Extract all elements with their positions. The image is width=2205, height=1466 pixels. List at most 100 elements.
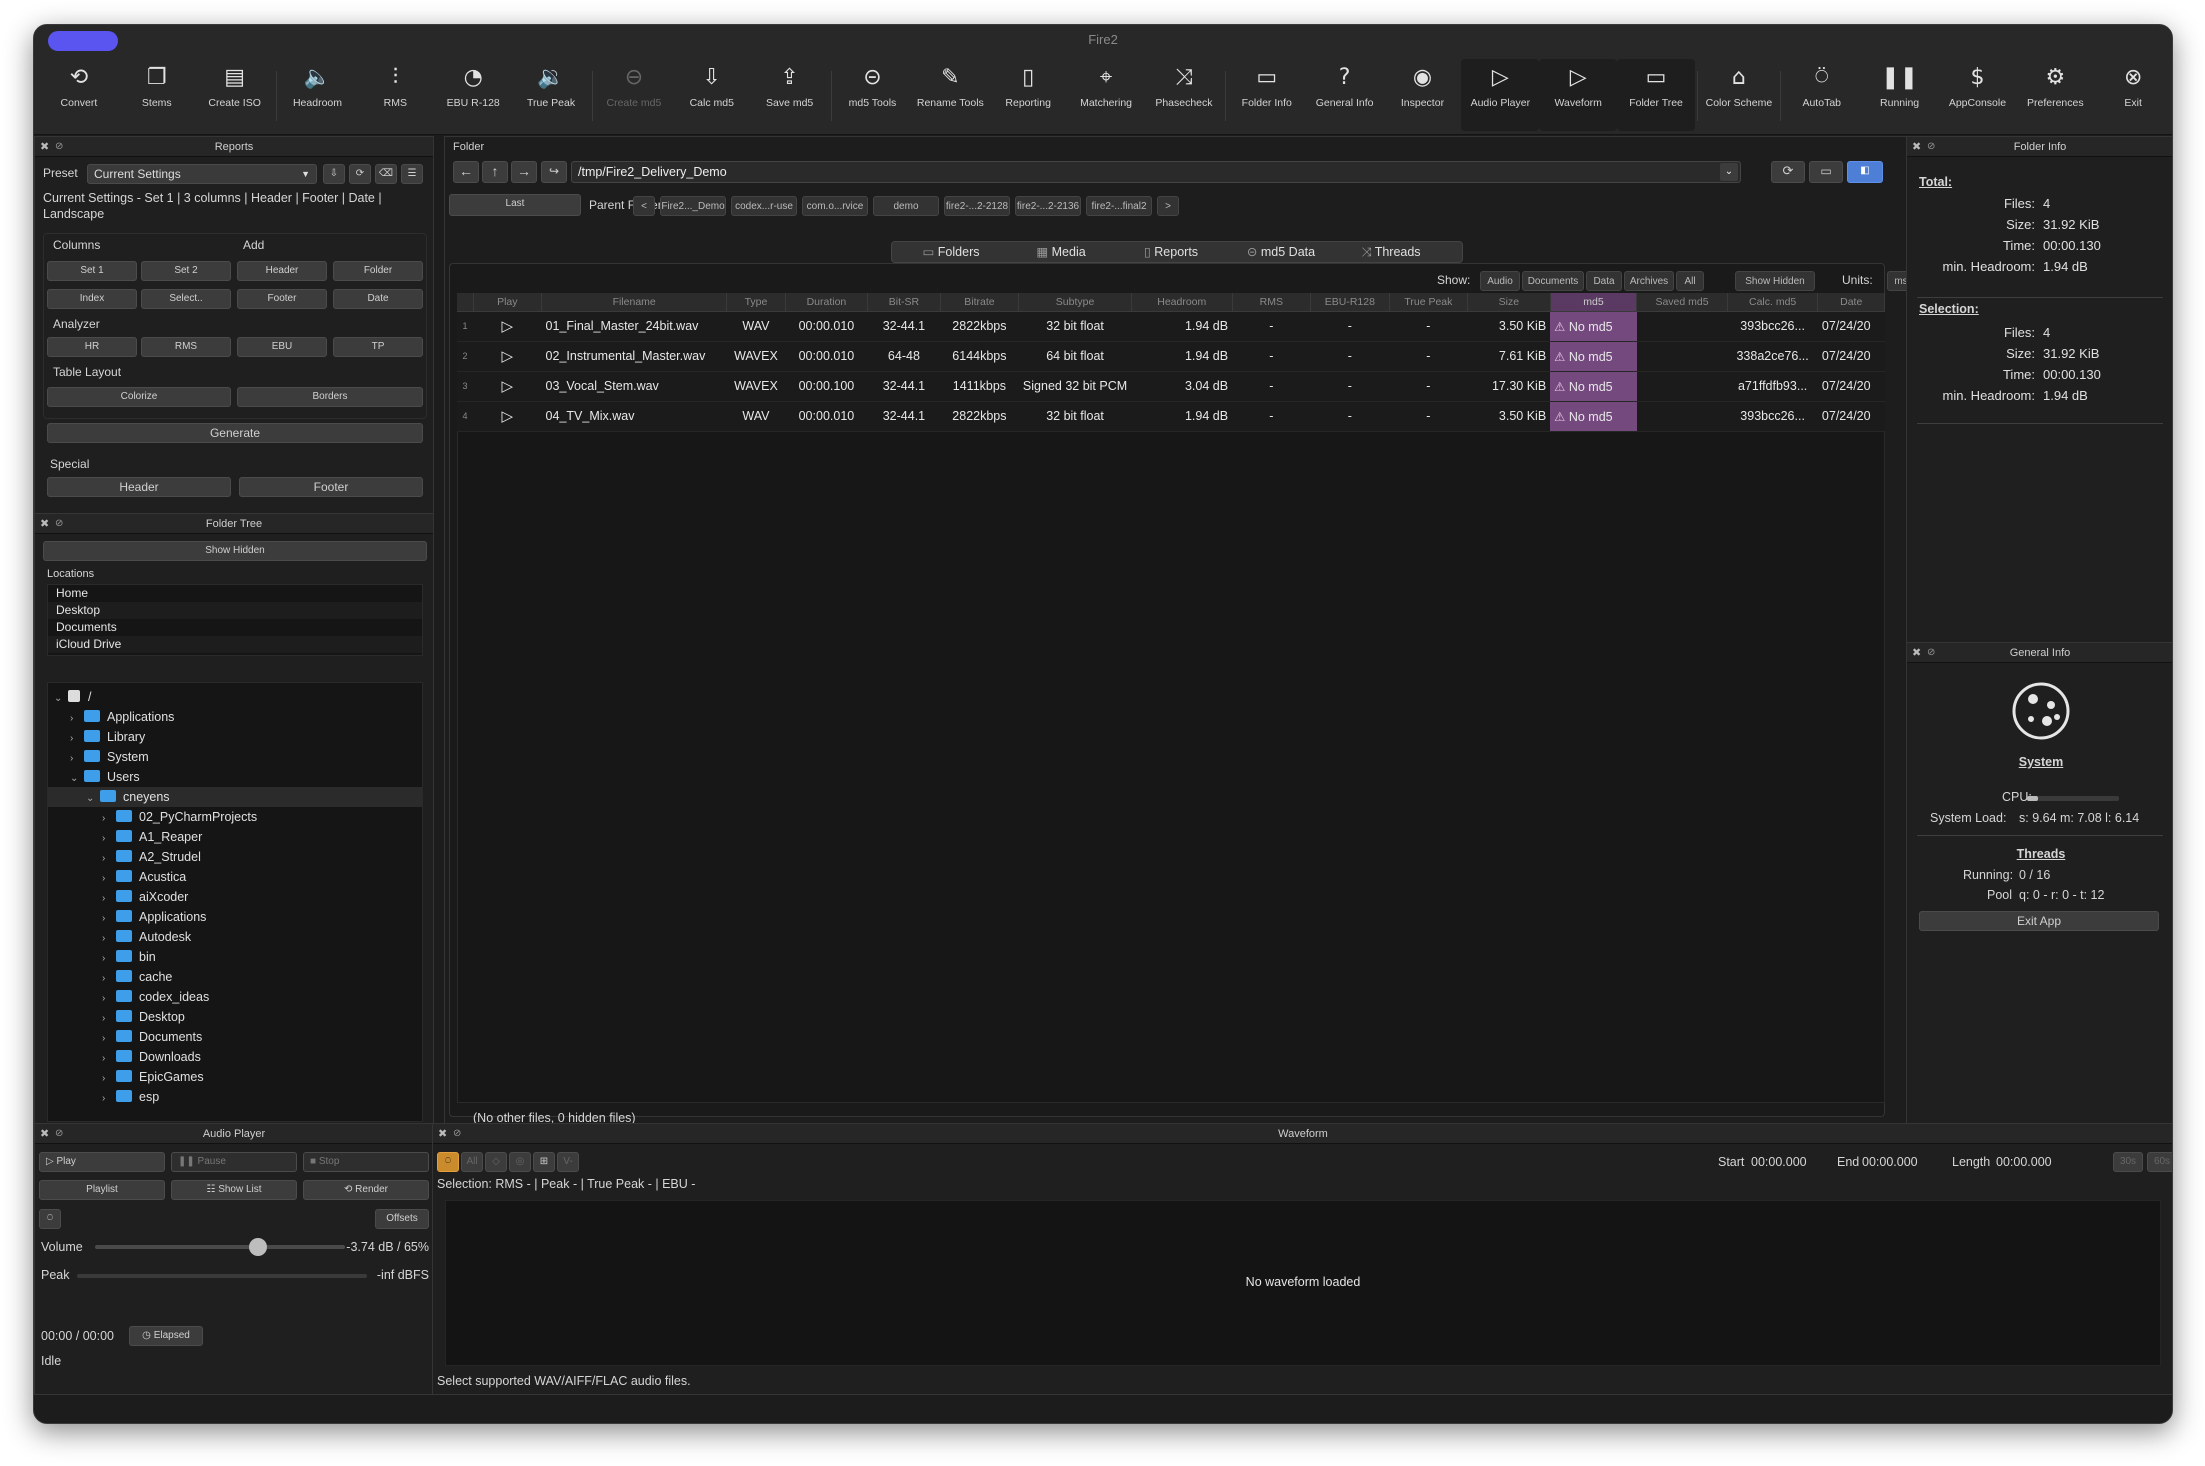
exit-app-button[interactable]: Exit App <box>1919 911 2159 931</box>
tab-md5-data[interactable]: ⊝ md5 Data <box>1227 242 1335 262</box>
toolbar-calc-md5-button[interactable]: ⇩ Calc md5 <box>673 55 751 135</box>
column-header[interactable]: Calc. md5 <box>1727 293 1819 312</box>
toolbar-color-scheme-button[interactable]: ⌂ Color Scheme <box>1700 55 1778 135</box>
marker-icon[interactable]: ◇ <box>485 1152 507 1172</box>
zoom-60s-button[interactable]: 60s <box>2147 1152 2172 1172</box>
chevron-right-icon[interactable]: › <box>102 909 116 929</box>
column-header[interactable]: EBU-R128 <box>1310 293 1390 312</box>
toolbar-rms-button[interactable]: ⫶ RMS <box>356 55 434 135</box>
table-row[interactable]: 1 ▷ 01_Final_Master_24bit.wav WAV 00:00.010 3… <box>457 311 1885 342</box>
filter-archives-button[interactable]: Archives <box>1624 271 1674 291</box>
tree-item[interactable]: › Applications <box>48 907 422 927</box>
tree-item[interactable]: › 02_PyCharmProjects <box>48 807 422 827</box>
tree-item[interactable]: › Documents <box>48 1027 422 1047</box>
ebu-button[interactable]: EBU <box>237 337 327 357</box>
column-header[interactable]: md5 <box>1550 293 1638 312</box>
up-arrow-icon[interactable]: ↑ <box>482 161 508 183</box>
tree-item[interactable]: ⌄ / <box>48 687 422 707</box>
show-list-button[interactable]: ☷ Show List <box>171 1180 297 1200</box>
open-folder-icon[interactable]: ▭ <box>1809 161 1843 183</box>
column-header[interactable]: Type <box>726 293 786 312</box>
play-button[interactable]: ▷ Play <box>39 1152 165 1172</box>
close-icon[interactable]: ✖ <box>40 514 49 534</box>
last-folder-button[interactable]: Last <box>449 194 581 216</box>
toolbar-convert-button[interactable]: ⟲ Convert <box>40 55 118 135</box>
toolbar-save-md5-button[interactable]: ⇪ Save md5 <box>751 55 829 135</box>
filter-documents-button[interactable]: Documents <box>1522 271 1584 291</box>
column-header[interactable]: Saved md5 <box>1636 293 1728 312</box>
loop-icon[interactable]: ⍥ <box>437 1152 459 1172</box>
column-header[interactable]: Size <box>1467 293 1551 312</box>
tree-item[interactable]: › Downloads <box>48 1047 422 1067</box>
toolbar-report-button[interactable]: ▯ Reporting <box>989 55 1067 135</box>
toolbar-pencil-button[interactable]: ✎ Rename Tools <box>911 55 989 135</box>
parent-folder-button[interactable]: fire2-...final2 <box>1086 196 1152 216</box>
toolbar-speaker-peak-button[interactable]: 🔉 True Peak <box>512 55 590 135</box>
tab-folders[interactable]: ▭ Folders <box>897 242 1005 262</box>
hr-button[interactable]: HR <box>47 337 137 357</box>
chevron-right-icon[interactable]: › <box>102 1029 116 1049</box>
colorize-button[interactable]: Colorize <box>47 387 231 407</box>
view-mode-button[interactable]: V- <box>557 1152 579 1172</box>
playlist-button[interactable]: Playlist <box>39 1180 165 1200</box>
window-controls-pill[interactable] <box>48 31 118 51</box>
column-header[interactable]: Play <box>473 293 543 312</box>
borders-button[interactable]: Borders <box>237 387 423 407</box>
parent-folder-button[interactable]: demo <box>873 196 939 216</box>
chevron-down-icon[interactable]: ⌄ <box>1720 163 1738 181</box>
location-item[interactable]: iCloud Drive <box>48 636 422 653</box>
link-icon[interactable]: ⍥ <box>39 1209 61 1229</box>
tree-item[interactable]: › Library <box>48 727 422 747</box>
close-icon[interactable]: ✖ <box>1912 137 1921 157</box>
chevron-down-icon[interactable]: ⌄ <box>54 689 68 709</box>
toolbar-speaker-button[interactable]: 🔈 Headroom <box>279 55 357 135</box>
special-footer-button[interactable]: Footer <box>239 477 423 497</box>
tree-item[interactable]: › codex_ideas <box>48 987 422 1007</box>
tree-item[interactable]: ⌄ Users <box>48 767 422 787</box>
chevron-right-icon[interactable]: › <box>102 929 116 949</box>
play-icon[interactable]: ▷ <box>473 371 542 402</box>
reload-icon[interactable]: ⟳ <box>1771 161 1805 183</box>
zoom-fit-icon[interactable]: ⊞ <box>533 1152 555 1172</box>
column-header[interactable]: Filename <box>541 293 728 312</box>
location-item[interactable]: Desktop <box>48 602 422 619</box>
table-row[interactable]: 3 ▷ 03_Vocal_Stem.wav WAVEX 00:00.100 32-44.1… <box>457 371 1885 402</box>
pause-button[interactable]: ❚❚ Pause <box>171 1152 297 1172</box>
waveform-canvas[interactable]: No waveform loaded <box>445 1200 2161 1366</box>
add-header-button[interactable]: Header <box>237 261 327 281</box>
parent-folder-button[interactable]: < <box>633 196 655 216</box>
detach-icon[interactable]: ⊘ <box>55 514 63 534</box>
tree-item[interactable]: › Applications <box>48 707 422 727</box>
chevron-right-icon[interactable]: › <box>70 749 84 769</box>
toolbar-disc-button[interactable]: ▤ Create ISO <box>196 55 274 135</box>
tree-item[interactable]: › Desktop <box>48 1007 422 1027</box>
toolbar-play-square-button[interactable]: ▷ Audio Player <box>1461 59 1540 131</box>
finder-icon[interactable]: ◧ <box>1847 161 1883 183</box>
chevron-right-icon[interactable]: › <box>70 729 84 749</box>
path-field[interactable]: /tmp/Fire2_Delivery_Demo ⌄ <box>571 161 1741 183</box>
stop-button[interactable]: ■ Stop <box>303 1152 429 1172</box>
add-date-button[interactable]: Date <box>333 289 423 309</box>
trash-icon[interactable]: ⌫ <box>375 164 397 184</box>
chevron-right-icon[interactable]: › <box>102 949 116 969</box>
toolbar-autotab-button[interactable]: ⍥ AutoTab <box>1783 55 1861 135</box>
chevron-right-icon[interactable]: › <box>102 849 116 869</box>
column-header[interactable] <box>457 293 474 312</box>
chevron-right-icon[interactable]: › <box>102 1069 116 1089</box>
toolbar-folder-info-button[interactable]: ▭ Folder Info <box>1228 55 1306 135</box>
tree-item[interactable]: › Acustica <box>48 867 422 887</box>
filter-all-button[interactable]: All <box>1676 271 1704 291</box>
tree-show-hidden-button[interactable]: Show Hidden <box>43 541 427 561</box>
chevron-down-icon[interactable]: ⌄ <box>70 769 84 789</box>
parent-folder-button[interactable]: > <box>1157 196 1179 216</box>
play-icon[interactable]: ▷ <box>473 311 542 342</box>
toolbar-gauge-button[interactable]: ◔ EBU R-128 <box>434 55 512 135</box>
detach-icon[interactable]: ⊘ <box>453 1124 461 1144</box>
tree-item[interactable]: › aiXcoder <box>48 887 422 907</box>
parent-folder-button[interactable]: fire2-...2-2136 <box>1015 196 1081 216</box>
toolbar-console-button[interactable]: $ AppConsole <box>1939 55 2017 135</box>
go-path-icon[interactable]: ↪ <box>541 161 567 183</box>
toolbar-gear-button[interactable]: ⚙ Preferences <box>2016 55 2094 135</box>
chevron-right-icon[interactable]: › <box>102 809 116 829</box>
tree-item[interactable]: › A2_Strudel <box>48 847 422 867</box>
